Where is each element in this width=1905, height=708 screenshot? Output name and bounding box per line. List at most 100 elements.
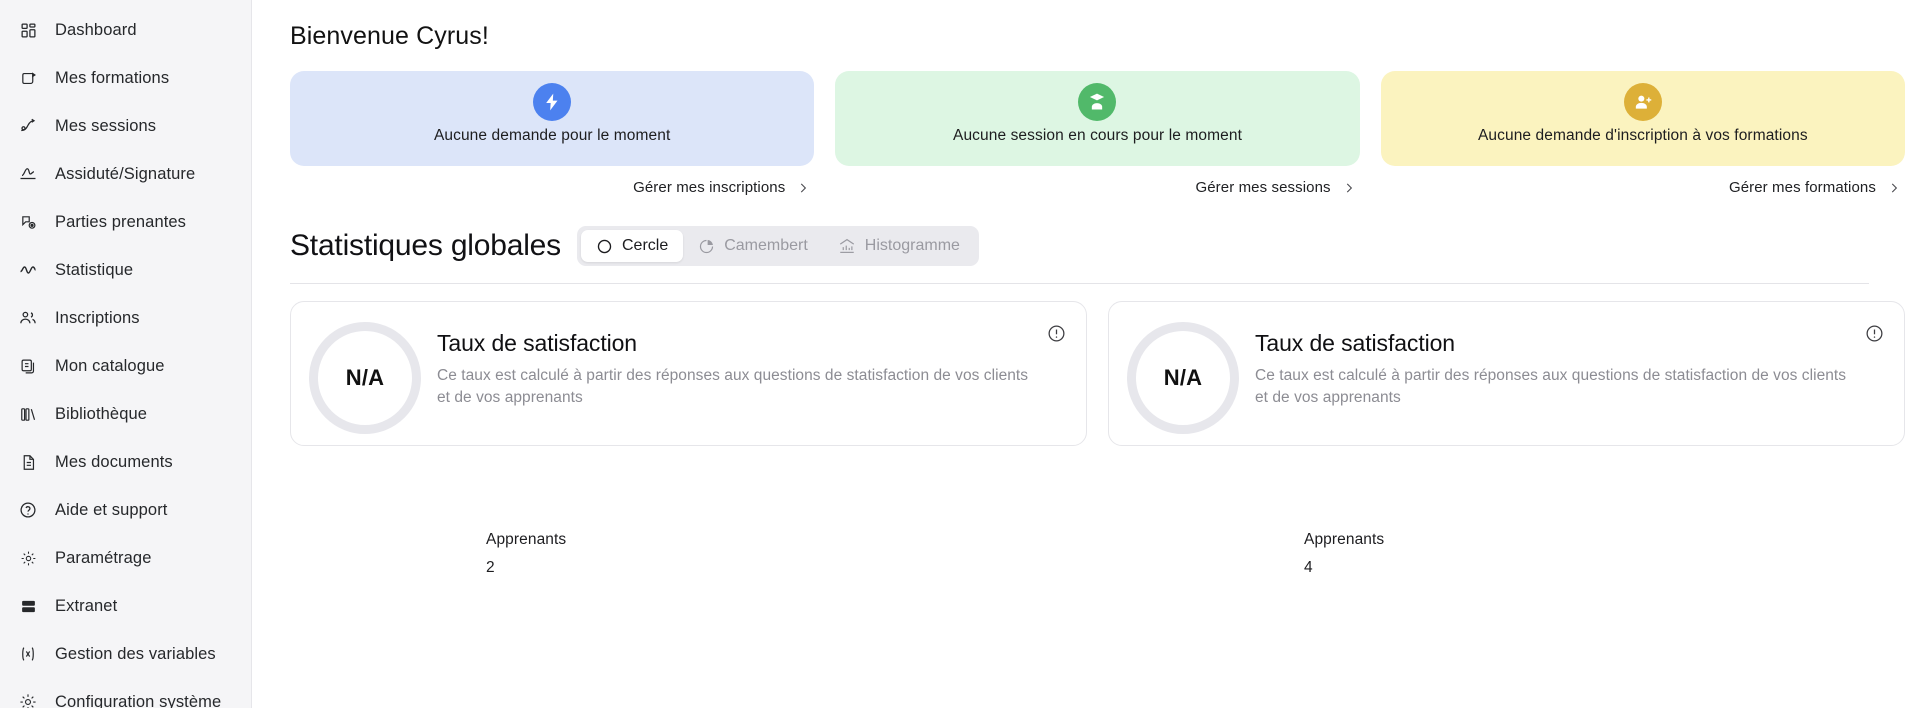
sidebar-item-label: Gestion des variables [55,644,216,663]
summary-link-row: Gérer mes inscriptions [290,166,814,196]
sidebar-item-label: Extranet [55,596,118,615]
section-divider [290,283,1869,284]
summary-card-text: Aucune demande d'inscription à vos forma… [1477,127,1808,144]
gear-settings-icon [18,692,38,708]
stats-title: Statistiques globales [290,229,561,262]
sidebar-item-bibliotheque[interactable]: Bibliothèque [0,390,251,438]
variable-x-icon [18,644,38,664]
summary-card-inscriptions[interactable]: Aucune demande pour le moment [290,71,815,166]
summary-col-inscriptions: Aucune demande pour le moment Gérer mes … [290,71,815,196]
sidebar-item-parties-prenantes[interactable]: Parties prenantes [0,198,251,246]
satisfaction-body-2: Taux de satisfaction Ce taux est calculé… [1255,322,1882,410]
route-session-icon [18,116,38,136]
sidebar-item-assidute-signature[interactable]: Assiduté/Signature [0,150,251,198]
summary-col-formations: Aucune demande d'inscription à vos forma… [1380,71,1905,196]
satisfaction-cards-row: N/A Taux de satisfaction Ce taux est cal… [290,301,1905,446]
learners-col-1: Apprenants 2 [290,531,1087,577]
sidebar-item-label: Mes documents [55,452,173,471]
tab-histogramme[interactable]: Histogramme [823,230,975,262]
user-plus-icon [1623,83,1662,121]
app-root: Dashboard Mes formations Mes sessions As… [0,0,1905,708]
link-label: Gérer mes inscriptions [633,179,786,196]
sidebar-item-mes-formations[interactable]: Mes formations [0,54,251,102]
document-icon [18,452,38,472]
sidebar-item-extranet[interactable]: Extranet [0,582,251,630]
satisfaction-description: Ce taux est calculé à partir des réponse… [437,367,1029,407]
satisfaction-gauge-1: N/A [309,322,421,434]
manage-formations-link[interactable]: Gérer mes formations [1729,179,1901,196]
learners-label: Apprenants [486,531,567,548]
satisfaction-title: Taux de satisfaction [1255,330,1456,356]
chart-view-toggle-group: Cercle Camembert Histogramme [576,226,979,266]
signature-icon [18,164,38,184]
gear-icon [18,548,38,568]
sidebar-item-mes-sessions[interactable]: Mes sessions [0,102,251,150]
satisfaction-body-1: Taux de satisfaction Ce taux est calculé… [437,322,1064,410]
grid-dashboard-icon [18,20,38,40]
lightning-bolt-icon [533,83,572,121]
bar-chart-icon [838,237,856,255]
sidebar-item-configuration-systeme[interactable]: Configuration système [0,678,251,708]
sidebar-nav: Dashboard Mes formations Mes sessions As… [0,0,252,708]
satisfaction-title: Taux de satisfaction [437,330,638,356]
sidebar-item-parametrage[interactable]: Paramétrage [0,534,251,582]
sidebar-item-aide-et-support[interactable]: Aide et support [0,486,251,534]
sidebar-item-mes-documents[interactable]: Mes documents [0,438,251,486]
sidebar-item-label: Parties prenantes [55,212,187,231]
sidebar-item-label: Dashboard [55,20,137,39]
tab-label: Histogramme [864,237,960,254]
sidebar-item-inscriptions[interactable]: Inscriptions [0,294,251,342]
learners-row: Apprenants 2 Apprenants 4 [290,531,1905,577]
sidebar-item-label: Mon catalogue [55,356,165,375]
satisfaction-gauge-2: N/A [1127,322,1239,434]
help-circle-icon [18,500,38,520]
stakeholders-icon [18,212,38,232]
main-content: Bienvenue Cyrus! Aucune demande pour le … [252,0,1905,708]
sidebar-item-label: Assiduté/Signature [55,164,196,183]
sidebar-item-label: Aide et support [55,500,168,519]
info-icon[interactable] [1865,324,1884,343]
summary-link-row: Gérer mes sessions [835,166,1359,196]
manage-inscriptions-link[interactable]: Gérer mes inscriptions [633,179,810,196]
student-cap-icon [1078,83,1117,121]
gauge-value: N/A [345,365,385,390]
summary-card-sessions[interactable]: Aucune session en cours pour le moment [835,71,1360,166]
link-label: Gérer mes sessions [1195,179,1331,196]
activity-line-icon [18,260,38,280]
sidebar-item-label: Mes formations [55,68,170,87]
manage-sessions-link[interactable]: Gérer mes sessions [1195,179,1355,196]
stats-header: Statistiques globales Cercle Camembert H… [290,226,1905,266]
summary-card-text: Aucune demande pour le moment [433,127,671,144]
summary-col-sessions: Aucune session en cours pour le moment G… [835,71,1360,196]
tab-label: Cercle [621,237,669,254]
learners-col-2: Apprenants 4 [1108,531,1905,577]
satisfaction-card-2: N/A Taux de satisfaction Ce taux est cal… [1108,301,1905,446]
summary-card-formations[interactable]: Aucune demande d'inscription à vos forma… [1380,71,1905,166]
satisfaction-card-1: N/A Taux de satisfaction Ce taux est cal… [290,301,1087,446]
summary-cards-row: Aucune demande pour le moment Gérer mes … [290,71,1905,196]
users-icon [18,308,38,328]
learners-label: Apprenants [1304,531,1385,548]
chevron-right-icon [796,181,810,195]
sidebar-item-label: Mes sessions [55,116,157,135]
graduation-cap-icon [18,68,38,88]
server-rows-icon [18,596,38,616]
sidebar-item-statistique[interactable]: Statistique [0,246,251,294]
tab-camembert[interactable]: Camembert [683,230,823,262]
gauge-value: N/A [1163,365,1203,390]
info-icon[interactable] [1047,324,1066,343]
sidebar-item-label: Inscriptions [55,308,140,327]
library-books-icon [18,404,38,424]
sidebar-item-gestion-des-variables[interactable]: Gestion des variables [0,630,251,678]
tab-cercle[interactable]: Cercle [580,230,684,262]
pie-chart-icon [698,238,715,255]
sidebar-item-label: Bibliothèque [55,404,148,423]
sidebar-item-mon-catalogue[interactable]: Mon catalogue [0,342,251,390]
sidebar-item-label: Paramétrage [55,548,152,567]
page-title: Bienvenue Cyrus! [290,22,489,50]
tab-label: Camembert [724,237,808,254]
summary-card-text: Aucune session en cours pour le moment [953,127,1242,144]
sidebar-item-dashboard[interactable]: Dashboard [0,6,251,54]
satisfaction-description: Ce taux est calculé à partir des réponse… [1255,367,1847,407]
catalog-copy-icon [18,356,38,376]
